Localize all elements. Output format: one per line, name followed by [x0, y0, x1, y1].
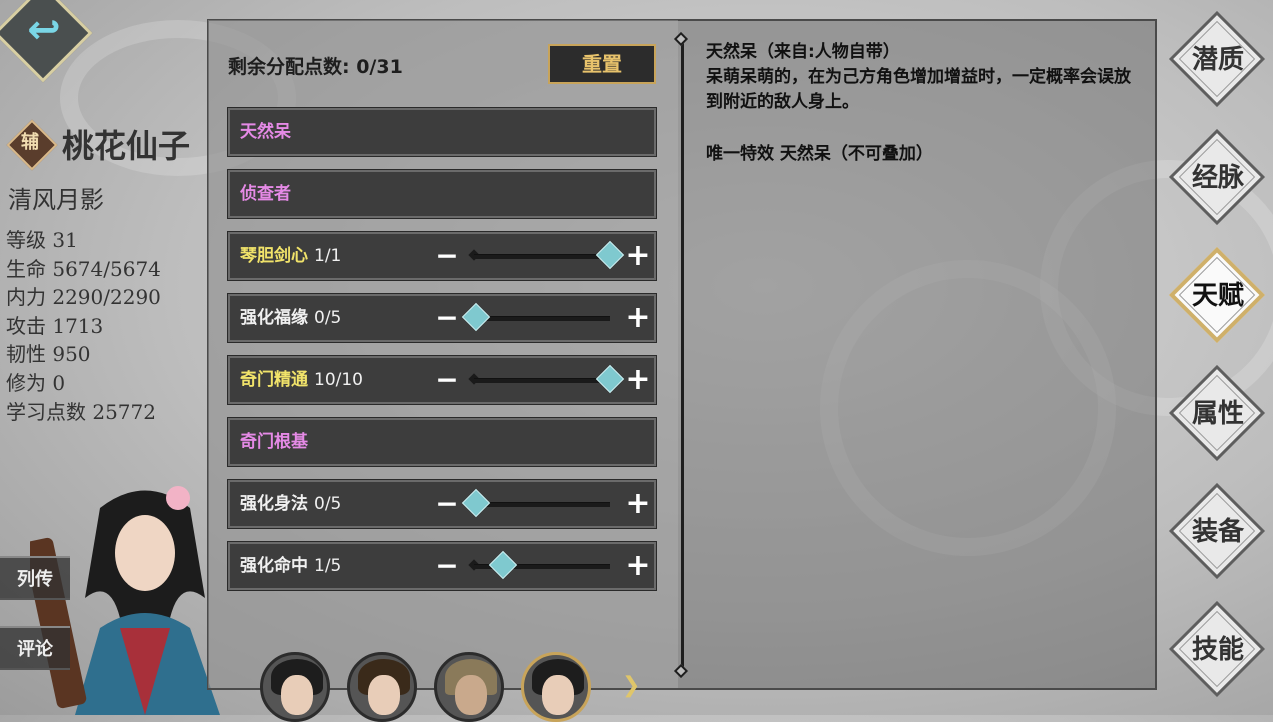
description-heading: 天然呆（来自:人物自带）: [706, 42, 900, 62]
party-avatar[interactable]: [434, 652, 504, 722]
increase-button[interactable]: +: [623, 296, 653, 340]
talent-name-text: 强化福缘: [240, 308, 308, 328]
avatar-face: [455, 675, 487, 715]
avatar-face: [281, 675, 313, 715]
talent-name: 奇门精通 10/10: [240, 358, 363, 402]
talent-row[interactable]: 奇门根基: [227, 417, 657, 467]
talent-row[interactable]: 侦查者: [227, 169, 657, 219]
reset-button[interactable]: 重置: [548, 44, 656, 84]
talent-name-text: 琴胆剑心: [240, 246, 308, 266]
nav-label: 技能: [1191, 635, 1244, 665]
description-body: 呆萌呆萌的，在为己方角色增加增益时，一定概率会误放到附近的敌人身上。: [706, 67, 1131, 112]
stat-mp: 内力 2290/2290: [6, 285, 161, 310]
description-effect: 唯一特效 天然呆（不可叠加）: [706, 144, 933, 164]
character-name: 桃花仙子: [62, 127, 191, 165]
talent-name-text: 强化身法: [240, 494, 308, 514]
talent-row[interactable]: 强化命中 1/5 − +: [227, 541, 657, 591]
role-badge-label: 辅: [21, 132, 39, 153]
nav-skills[interactable]: 技能: [1168, 600, 1268, 700]
slider-track: [474, 378, 610, 383]
slider-track: [474, 254, 610, 259]
character-title: 清风月影: [8, 186, 104, 214]
decrease-button[interactable]: −: [432, 482, 462, 526]
slider-knob[interactable]: [488, 550, 517, 580]
talent-description: 天然呆（来自:人物自带） 呆萌呆萌的，在为己方角色增加增益时，一定概率会误放到附…: [706, 40, 1136, 167]
nav-label: 装备: [1191, 517, 1244, 547]
nav-label: 属性: [1191, 399, 1244, 429]
stat-toughness: 韧性 950: [6, 342, 91, 367]
talent-row[interactable]: 天然呆: [227, 107, 657, 157]
nav-attributes[interactable]: 属性: [1168, 364, 1268, 464]
back-arrow-icon: ↩: [27, 7, 61, 53]
nav-label: 经脉: [1191, 163, 1244, 193]
talent-count: 0/5: [314, 494, 342, 514]
slider-knob[interactable]: [595, 240, 625, 270]
talent-name: 侦查者: [240, 184, 291, 204]
nav-label: 天赋: [1191, 281, 1244, 311]
talent-name: 奇门根基: [240, 432, 308, 452]
talent-row[interactable]: 琴胆剑心 1/1 − +: [227, 231, 657, 281]
talent-count: 10/10: [314, 370, 363, 390]
nav-talent[interactable]: 天赋: [1168, 246, 1268, 346]
talent-row[interactable]: 强化福缘 0/5 − +: [227, 293, 657, 343]
comments-button[interactable]: 评论: [0, 626, 70, 670]
nav-equipment[interactable]: 装备: [1168, 482, 1268, 582]
role-badge: 辅: [6, 119, 58, 171]
stat-level: 等级 31: [6, 228, 78, 252]
increase-button[interactable]: +: [623, 544, 653, 588]
talent-row[interactable]: 强化身法 0/5 − +: [227, 479, 657, 529]
decrease-button[interactable]: −: [432, 234, 462, 278]
slider-knob[interactable]: [461, 302, 491, 332]
slider-track: [474, 502, 610, 507]
panel-divider: [681, 40, 684, 672]
chevron-right-icon[interactable]: ❯: [622, 673, 640, 698]
party-avatar[interactable]: [347, 652, 417, 722]
talent-name: 天然呆: [240, 122, 291, 142]
stat-attack: 攻击 1713: [6, 313, 104, 338]
stat-hp: 生命 5674/5674: [6, 256, 161, 281]
talent-name-text: 强化命中: [240, 556, 308, 576]
stat-learning-points: 学习点数 25772: [6, 399, 156, 424]
decrease-button[interactable]: −: [432, 358, 462, 402]
talent-count: 0/5: [314, 308, 342, 328]
slider-track: [474, 316, 610, 321]
talent-name: 琴胆剑心 1/1: [240, 234, 341, 278]
talent-name-text: 奇门精通: [240, 370, 308, 390]
increase-button[interactable]: +: [623, 482, 653, 526]
nav-meridians[interactable]: 经脉: [1168, 128, 1268, 228]
talent-count: 1/5: [314, 556, 342, 576]
character-stats: 等级 31 生命 5674/5674 内力 2290/2290 攻击 1713 …: [6, 226, 161, 426]
party-avatar[interactable]: [521, 652, 591, 722]
increase-button[interactable]: +: [623, 234, 653, 278]
decrease-button[interactable]: −: [432, 296, 462, 340]
stat-cultivation: 修为 0: [6, 370, 66, 395]
talent-name: 强化身法 0/5: [240, 482, 341, 526]
biography-button[interactable]: 列传: [0, 556, 70, 600]
avatar-face: [368, 675, 400, 715]
talent-row[interactable]: 奇门精通 10/10 − +: [227, 355, 657, 405]
slider-knob[interactable]: [595, 364, 625, 394]
slider-knob[interactable]: [461, 488, 491, 518]
talent-name: 强化命中 1/5: [240, 544, 341, 588]
avatar-face: [542, 675, 574, 715]
party-avatar[interactable]: [260, 652, 330, 722]
nav-label: 潜质: [1191, 45, 1244, 75]
back-button[interactable]: ↩: [0, 0, 93, 83]
talent-count: 1/1: [314, 246, 342, 266]
remaining-points-label: 剩余分配点数: 0/31: [228, 56, 403, 78]
nav-potential[interactable]: 潜质: [1168, 10, 1268, 110]
talent-name: 强化福缘 0/5: [240, 296, 341, 340]
increase-button[interactable]: +: [623, 358, 653, 402]
decrease-button[interactable]: −: [432, 544, 462, 588]
